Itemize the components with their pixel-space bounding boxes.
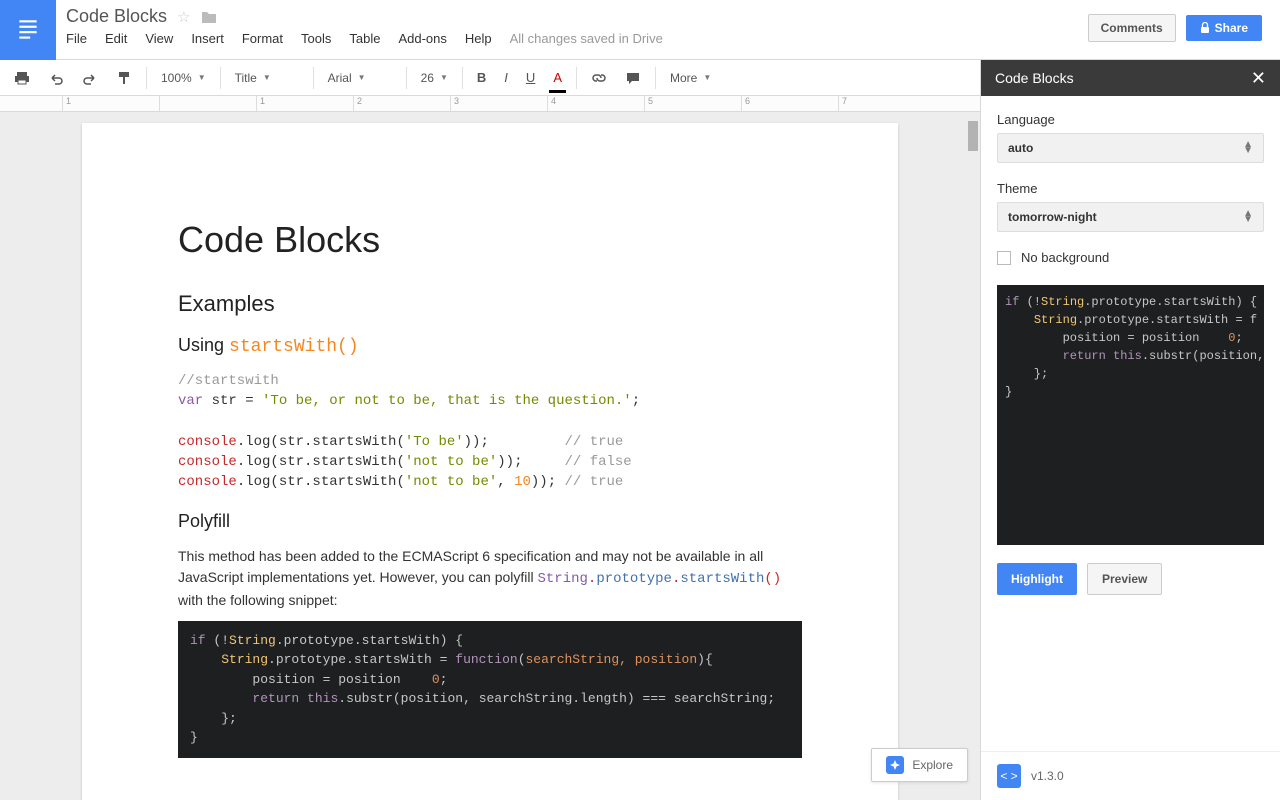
undo-icon[interactable] xyxy=(40,64,72,92)
star-icon[interactable]: ☆ xyxy=(177,8,190,26)
folder-icon[interactable] xyxy=(201,10,217,24)
theme-label: Theme xyxy=(997,181,1264,196)
heading-using: Using startsWith() xyxy=(178,335,802,357)
italic-icon[interactable]: I xyxy=(496,64,516,91)
polyfill-paragraph: This method has been added to the ECMASc… xyxy=(178,546,802,611)
underline-icon[interactable]: U xyxy=(518,64,543,91)
lock-icon xyxy=(1200,22,1210,34)
menu-insert[interactable]: Insert xyxy=(191,31,224,46)
preview-button[interactable]: Preview xyxy=(1087,563,1162,595)
theme-select[interactable]: tomorrow-night▲▼ xyxy=(997,202,1264,232)
menu-addons[interactable]: Add-ons xyxy=(398,31,446,46)
comments-button[interactable]: Comments xyxy=(1088,14,1176,42)
code-block-example: //startswith var str = 'To be, or not to… xyxy=(178,371,802,493)
explore-button[interactable]: Explore xyxy=(871,748,968,782)
addon-icon: < > xyxy=(997,764,1021,788)
page[interactable]: Code Blocks Examples Using startsWith() … xyxy=(82,123,898,800)
outline-indicator xyxy=(968,113,978,800)
menu-view[interactable]: View xyxy=(145,31,173,46)
save-status: All changes saved in Drive xyxy=(510,31,663,46)
menu-file[interactable]: File xyxy=(66,31,87,46)
link-icon[interactable] xyxy=(583,64,615,92)
version-label: v1.3.0 xyxy=(1031,769,1064,783)
text-color-icon[interactable]: A xyxy=(545,64,570,91)
language-label: Language xyxy=(997,112,1264,127)
more-select[interactable]: More▼ xyxy=(662,67,719,89)
font-select[interactable]: Arial▼ xyxy=(320,67,400,89)
heading-examples: Examples xyxy=(178,291,802,317)
paint-format-icon[interactable] xyxy=(108,64,140,92)
menu-table[interactable]: Table xyxy=(349,31,380,46)
nobg-checkbox[interactable] xyxy=(997,251,1011,265)
style-select[interactable]: Title▼ xyxy=(227,67,307,89)
fontsize-select[interactable]: 26▼ xyxy=(413,67,456,89)
close-icon[interactable]: ✕ xyxy=(1251,68,1266,89)
heading-polyfill: Polyfill xyxy=(178,511,802,532)
language-select[interactable]: auto▲▼ xyxy=(997,133,1264,163)
redo-icon[interactable] xyxy=(74,64,106,92)
menu-tools[interactable]: Tools xyxy=(301,31,331,46)
menu-format[interactable]: Format xyxy=(242,31,283,46)
preview-box: if (!String.prototype.startsWith) { Stri… xyxy=(997,285,1264,545)
nobg-label: No background xyxy=(1021,250,1109,265)
print-icon[interactable] xyxy=(6,64,38,92)
document-canvas[interactable]: Code Blocks Examples Using startsWith() … xyxy=(0,113,980,800)
panel-title: Code Blocks xyxy=(995,70,1074,86)
share-button[interactable]: Share xyxy=(1186,15,1262,41)
heading-title: Code Blocks xyxy=(178,219,802,261)
explore-icon xyxy=(886,756,904,774)
document-title[interactable]: Code Blocks xyxy=(66,6,167,27)
menu-help[interactable]: Help xyxy=(465,31,492,46)
code-block-polyfill: if (!String.prototype.startsWith) { Stri… xyxy=(178,621,802,758)
menu-edit[interactable]: Edit xyxy=(105,31,127,46)
app-logo[interactable] xyxy=(0,0,56,60)
comment-icon[interactable] xyxy=(617,64,649,92)
bold-icon[interactable]: B xyxy=(469,64,494,91)
highlight-button[interactable]: Highlight xyxy=(997,563,1077,595)
zoom-select[interactable]: 100%▼ xyxy=(153,67,214,89)
sidebar-panel: Code Blocks ✕ Language auto▲▼ Theme tomo… xyxy=(980,60,1280,800)
